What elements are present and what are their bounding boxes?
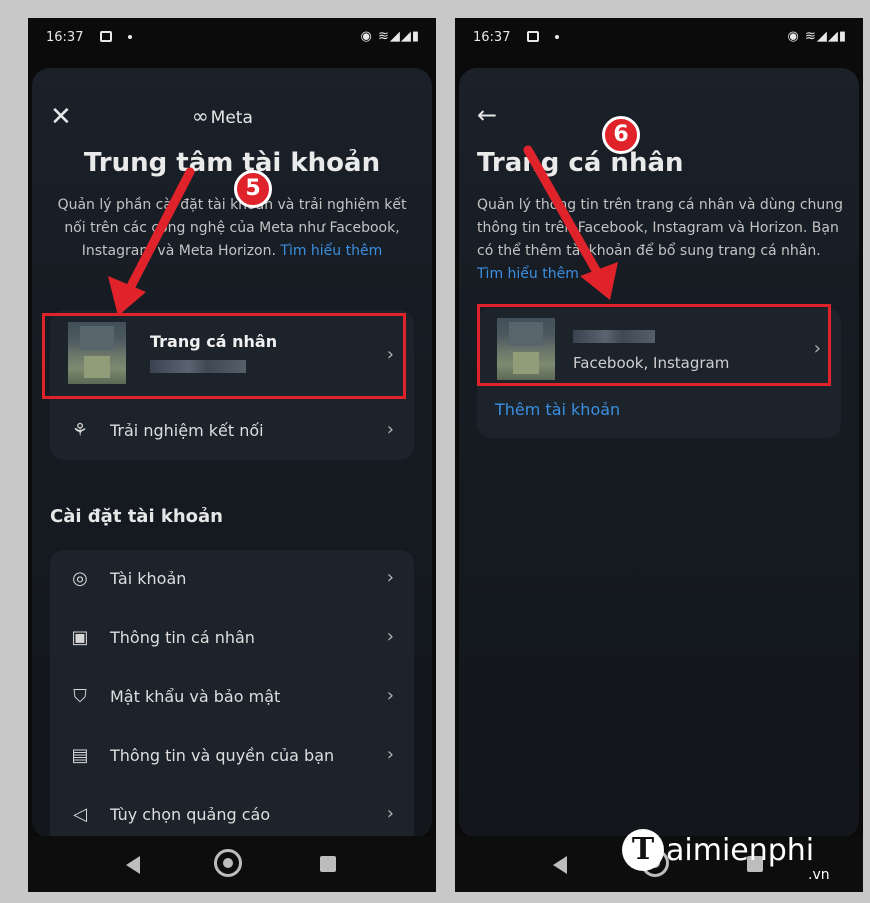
settings-row-label: Tùy chọn quảng cáo — [110, 805, 271, 824]
account-settings-card: ◎ Tài khoản › ▣ Thông tin cá nhân › ⛉ Mậ… — [50, 550, 414, 838]
chevron-right-icon: › — [386, 685, 394, 706]
step-badge-5: 5 — [234, 170, 272, 208]
step-badge-6: 6 — [602, 116, 640, 154]
system-status-icons: ◉ ≋◢◢▮ — [360, 29, 420, 44]
page-title: Trang cá nhân — [477, 148, 684, 178]
settings-row-label: Thông tin cá nhân — [110, 628, 255, 647]
user-circle-icon: ◎ — [72, 568, 88, 589]
nav-back-icon[interactable] — [553, 856, 567, 874]
left-phone-screen: 16:37 ◉ ≋◢◢▮ ✕ ∞ Meta Trung tâm tài khoản… — [28, 18, 436, 892]
watermark-text: aimienphi — [666, 833, 815, 868]
connected-nodes-icon: ⚘ — [71, 420, 89, 441]
add-account-link[interactable]: Thêm tài khoản — [495, 400, 620, 419]
gallery-notification-icon — [100, 31, 112, 42]
status-bar: 16:37 ◉ ≋◢◢▮ — [28, 18, 436, 56]
settings-row-personal-info[interactable]: ▣ Thông tin cá nhân › — [50, 609, 414, 668]
learn-more-link[interactable]: Tìm hiểu thêm — [280, 243, 382, 259]
close-icon[interactable]: ✕ — [50, 104, 72, 130]
description-text: Quản lý thông tin trên trang cá nhân và … — [477, 197, 844, 259]
watermark-tld: .vn — [808, 867, 830, 883]
settings-row-password-security[interactable]: ⛉ Mật khẩu và bảo mật › — [50, 668, 414, 727]
nav-back-icon[interactable] — [126, 856, 140, 874]
page-title: Trung tâm tài khoản — [83, 148, 381, 178]
highlight-box-profile — [42, 313, 406, 399]
nav-recents-icon[interactable] — [320, 856, 336, 872]
shield-icon: ⛉ — [73, 686, 87, 707]
settings-row-account[interactable]: ◎ Tài khoản › — [50, 550, 414, 609]
settings-row-label: Mật khẩu và bảo mật — [110, 687, 281, 706]
watermark-logo-letter: T — [622, 829, 664, 871]
connected-experiences-row[interactable]: ⚘ Trải nghiệm kết nối › — [50, 402, 414, 461]
section-title-account-settings: Cài đặt tài khoản — [50, 506, 223, 527]
meta-logo: ∞ Meta — [192, 104, 253, 128]
page-description: Quản lý thông tin trên trang cá nhân và … — [477, 194, 845, 286]
system-status-icons: ◉ ≋◢◢▮ — [787, 29, 847, 44]
megaphone-icon: ◁ — [73, 804, 87, 825]
connected-experiences-label: Trải nghiệm kết nối — [110, 421, 264, 440]
notification-dot-icon — [128, 35, 132, 39]
status-bar: 16:37 ◉ ≋◢◢▮ — [455, 18, 863, 56]
chevron-right-icon: › — [386, 803, 394, 824]
meta-brand-text: Meta — [210, 108, 253, 128]
meta-infinity-icon: ∞ — [192, 104, 209, 128]
back-arrow-icon[interactable]: ← — [477, 102, 497, 128]
chevron-right-icon: › — [386, 626, 394, 647]
learn-more-link[interactable]: Tìm hiểu thêm — [477, 266, 579, 282]
highlight-box-profile — [477, 304, 831, 386]
chevron-right-icon: › — [386, 567, 394, 588]
status-time: 16:37 — [46, 30, 84, 45]
profiles-sheet: ← Trang cá nhân Quản lý thông tin trên t… — [459, 68, 859, 838]
settings-row-label: Thông tin và quyền của bạn — [110, 746, 335, 765]
right-phone-screen: 16:37 ◉ ≋◢◢▮ ← Trang cá nhân Quản lý thô… — [455, 18, 863, 892]
nav-home-icon[interactable] — [214, 849, 242, 877]
accounts-center-sheet: ✕ ∞ Meta Trung tâm tài khoản Quản lý phần… — [32, 68, 432, 838]
page-description: Quản lý phần cài đặt tài khoản và trải n… — [48, 194, 416, 263]
document-lock-icon: ▤ — [71, 745, 89, 766]
taimienphi-watermark: T aimienphi .vn — [618, 829, 848, 885]
notification-dot-icon — [555, 35, 559, 39]
gallery-notification-icon — [527, 31, 539, 42]
system-nav-bar — [28, 836, 436, 892]
id-card-icon: ▣ — [71, 627, 89, 648]
settings-row-label: Tài khoản — [110, 569, 187, 588]
status-time: 16:37 — [473, 30, 511, 45]
chevron-right-icon: › — [386, 419, 394, 440]
settings-row-your-info-permissions[interactable]: ▤ Thông tin và quyền của bạn › — [50, 727, 414, 786]
settings-row-ad-preferences[interactable]: ◁ Tùy chọn quảng cáo › — [50, 786, 414, 838]
chevron-right-icon: › — [386, 744, 394, 765]
